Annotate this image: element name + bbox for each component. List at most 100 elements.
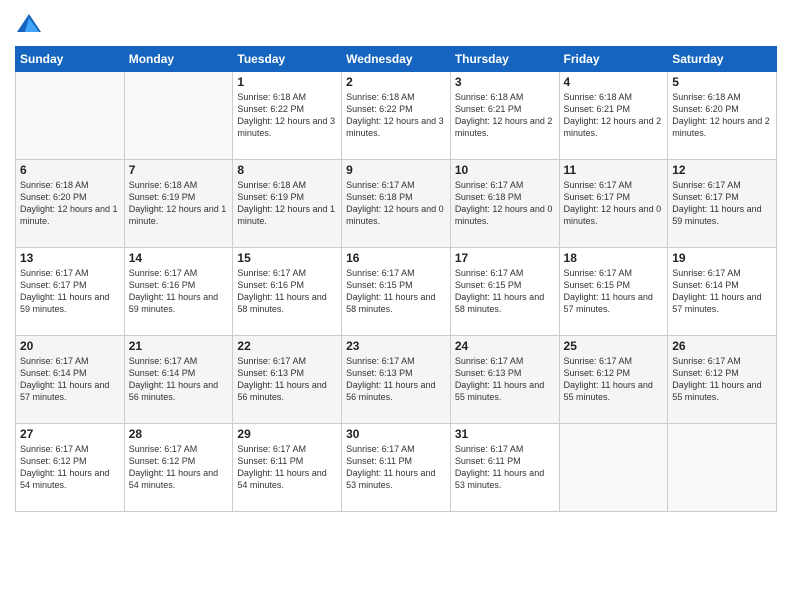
day-cell: 21Sunrise: 6:17 AM Sunset: 6:14 PM Dayli… (124, 336, 233, 424)
day-info: Sunrise: 6:18 AM Sunset: 6:20 PM Dayligh… (20, 179, 120, 228)
day-cell: 29 Sunrise: 6:17 AM Sunset: 6:11 PM Dayli… (233, 424, 342, 512)
day-number: 16 (346, 251, 446, 265)
day-cell (668, 424, 777, 512)
day-info: Sunrise: 6:17 AM Sunset: 6:12 PM Dayligh… (20, 443, 120, 492)
day-number: 9 (346, 163, 446, 177)
day-number: 15 (237, 251, 337, 265)
day-cell: 9 Sunrise: 6:17 AM Sunset: 6:18 PM Daylig… (342, 160, 451, 248)
day-cell: 24 Sunrise: 6:17 AM Sunset: 6:13 PM Dayli… (450, 336, 559, 424)
day-cell (16, 72, 125, 160)
col-header-sunday: Sunday (16, 47, 125, 72)
day-cell: 1 Sunrise: 6:18 AM Sunset: 6:22 PM Daylig… (233, 72, 342, 160)
day-number: 27 (20, 427, 120, 441)
day-number: 8 (237, 163, 337, 177)
day-cell: 23 Sunrise: 6:17 AM Sunset: 6:13 PM Dayli… (342, 336, 451, 424)
day-cell: 11 Sunrise: 6:17 AM Sunset: 6:17 PM Dayli… (559, 160, 668, 248)
day-cell: 2 Sunrise: 6:18 AM Sunset: 6:22 PM Daylig… (342, 72, 451, 160)
day-info: Sunrise: 6:17 AM Sunset: 6:17 PM Dayligh… (20, 267, 120, 316)
logo-icon (15, 10, 43, 38)
header (15, 10, 777, 38)
day-number: 7 (129, 163, 229, 177)
day-number: 20 (20, 339, 120, 353)
day-number: 22 (237, 339, 337, 353)
day-cell: 26Sunrise: 6:17 AM Sunset: 6:12 PM Dayli… (668, 336, 777, 424)
col-header-tuesday: Tuesday (233, 47, 342, 72)
day-number: 30 (346, 427, 446, 441)
day-cell: 6 Sunrise: 6:18 AM Sunset: 6:20 PM Daylig… (16, 160, 125, 248)
day-info: Sunrise: 6:17 AM Sunset: 6:12 PM Dayligh… (129, 443, 229, 492)
day-number: 14 (129, 251, 229, 265)
day-number: 24 (455, 339, 555, 353)
week-row-2: 6 Sunrise: 6:18 AM Sunset: 6:20 PM Daylig… (16, 160, 777, 248)
day-number: 5 (672, 75, 772, 89)
week-row-4: 20 Sunrise: 6:17 AM Sunset: 6:14 PM Dayli… (16, 336, 777, 424)
day-cell: 5 Sunrise: 6:18 AM Sunset: 6:20 PM Daylig… (668, 72, 777, 160)
day-info: Sunrise: 6:17 AM Sunset: 6:11 PM Dayligh… (346, 443, 446, 492)
page: SundayMondayTuesdayWednesdayThursdayFrid… (0, 0, 792, 612)
day-number: 29 (237, 427, 337, 441)
day-cell (124, 72, 233, 160)
day-number: 6 (20, 163, 120, 177)
day-number: 12 (672, 163, 772, 177)
day-cell: 3 Sunrise: 6:18 AM Sunset: 6:21 PM Daylig… (450, 72, 559, 160)
day-cell: 22 Sunrise: 6:17 AM Sunset: 6:13 PM Dayli… (233, 336, 342, 424)
day-info: Sunrise: 6:17 AM Sunset: 6:16 PM Dayligh… (129, 267, 229, 316)
day-number: 31 (455, 427, 555, 441)
day-number: 17 (455, 251, 555, 265)
day-cell: 13Sunrise: 6:17 AM Sunset: 6:17 PM Dayli… (16, 248, 125, 336)
day-cell: 15 Sunrise: 6:17 AM Sunset: 6:16 PM Dayli… (233, 248, 342, 336)
day-info: Sunrise: 6:17 AM Sunset: 6:17 PM Dayligh… (564, 179, 664, 228)
day-cell: 20 Sunrise: 6:17 AM Sunset: 6:14 PM Dayli… (16, 336, 125, 424)
day-info: Sunrise: 6:17 AM Sunset: 6:16 PM Dayligh… (237, 267, 337, 316)
col-header-thursday: Thursday (450, 47, 559, 72)
day-info: Sunrise: 6:18 AM Sunset: 6:20 PM Dayligh… (672, 91, 772, 140)
day-info: Sunrise: 6:17 AM Sunset: 6:14 PM Dayligh… (672, 267, 772, 316)
col-header-wednesday: Wednesday (342, 47, 451, 72)
day-info: Sunrise: 6:17 AM Sunset: 6:18 PM Dayligh… (346, 179, 446, 228)
day-number: 2 (346, 75, 446, 89)
day-info: Sunrise: 6:18 AM Sunset: 6:21 PM Dayligh… (455, 91, 555, 140)
day-info: Sunrise: 6:17 AM Sunset: 6:17 PM Dayligh… (672, 179, 772, 228)
day-cell: 12 Sunrise: 6:17 AM Sunset: 6:17 PM Dayli… (668, 160, 777, 248)
calendar-header-row: SundayMondayTuesdayWednesdayThursdayFrid… (16, 47, 777, 72)
day-info: Sunrise: 6:17 AM Sunset: 6:15 PM Dayligh… (346, 267, 446, 316)
col-header-monday: Monday (124, 47, 233, 72)
day-number: 3 (455, 75, 555, 89)
day-info: Sunrise: 6:17 AM Sunset: 6:15 PM Dayligh… (564, 267, 664, 316)
day-info: Sunrise: 6:17 AM Sunset: 6:14 PM Dayligh… (20, 355, 120, 404)
day-cell: 4Sunrise: 6:18 AM Sunset: 6:21 PM Daylig… (559, 72, 668, 160)
day-cell (559, 424, 668, 512)
day-cell: 10 Sunrise: 6:17 AM Sunset: 6:18 PM Dayli… (450, 160, 559, 248)
day-number: 25 (564, 339, 664, 353)
day-info: Sunrise: 6:17 AM Sunset: 6:18 PM Dayligh… (455, 179, 555, 228)
day-number: 26 (672, 339, 772, 353)
day-cell: 18 Sunrise: 6:17 AM Sunset: 6:15 PM Dayli… (559, 248, 668, 336)
day-info: Sunrise: 6:17 AM Sunset: 6:14 PM Dayligh… (129, 355, 229, 404)
day-info: Sunrise: 6:17 AM Sunset: 6:13 PM Dayligh… (346, 355, 446, 404)
day-info: Sunrise: 6:17 AM Sunset: 6:11 PM Dayligh… (455, 443, 555, 492)
day-info: Sunrise: 6:18 AM Sunset: 6:21 PM Dayligh… (564, 91, 664, 140)
logo (15, 10, 47, 38)
day-info: Sunrise: 6:17 AM Sunset: 6:13 PM Dayligh… (237, 355, 337, 404)
day-cell: 17 Sunrise: 6:17 AM Sunset: 6:15 PM Dayli… (450, 248, 559, 336)
day-info: Sunrise: 6:17 AM Sunset: 6:15 PM Dayligh… (455, 267, 555, 316)
day-number: 1 (237, 75, 337, 89)
day-info: Sunrise: 6:17 AM Sunset: 6:13 PM Dayligh… (455, 355, 555, 404)
col-header-saturday: Saturday (668, 47, 777, 72)
day-cell: 30 Sunrise: 6:17 AM Sunset: 6:11 PM Dayli… (342, 424, 451, 512)
week-row-3: 13Sunrise: 6:17 AM Sunset: 6:17 PM Dayli… (16, 248, 777, 336)
day-number: 23 (346, 339, 446, 353)
day-number: 18 (564, 251, 664, 265)
day-cell: 8Sunrise: 6:18 AM Sunset: 6:19 PM Daylig… (233, 160, 342, 248)
day-info: Sunrise: 6:17 AM Sunset: 6:12 PM Dayligh… (564, 355, 664, 404)
day-info: Sunrise: 6:18 AM Sunset: 6:22 PM Dayligh… (237, 91, 337, 140)
day-info: Sunrise: 6:18 AM Sunset: 6:22 PM Dayligh… (346, 91, 446, 140)
calendar: SundayMondayTuesdayWednesdayThursdayFrid… (15, 46, 777, 512)
day-info: Sunrise: 6:17 AM Sunset: 6:11 PM Dayligh… (237, 443, 337, 492)
day-cell: 27 Sunrise: 6:17 AM Sunset: 6:12 PM Dayli… (16, 424, 125, 512)
day-number: 10 (455, 163, 555, 177)
day-cell: 31 Sunrise: 6:17 AM Sunset: 6:11 PM Dayli… (450, 424, 559, 512)
week-row-5: 27 Sunrise: 6:17 AM Sunset: 6:12 PM Dayli… (16, 424, 777, 512)
week-row-1: 1 Sunrise: 6:18 AM Sunset: 6:22 PM Daylig… (16, 72, 777, 160)
day-number: 11 (564, 163, 664, 177)
